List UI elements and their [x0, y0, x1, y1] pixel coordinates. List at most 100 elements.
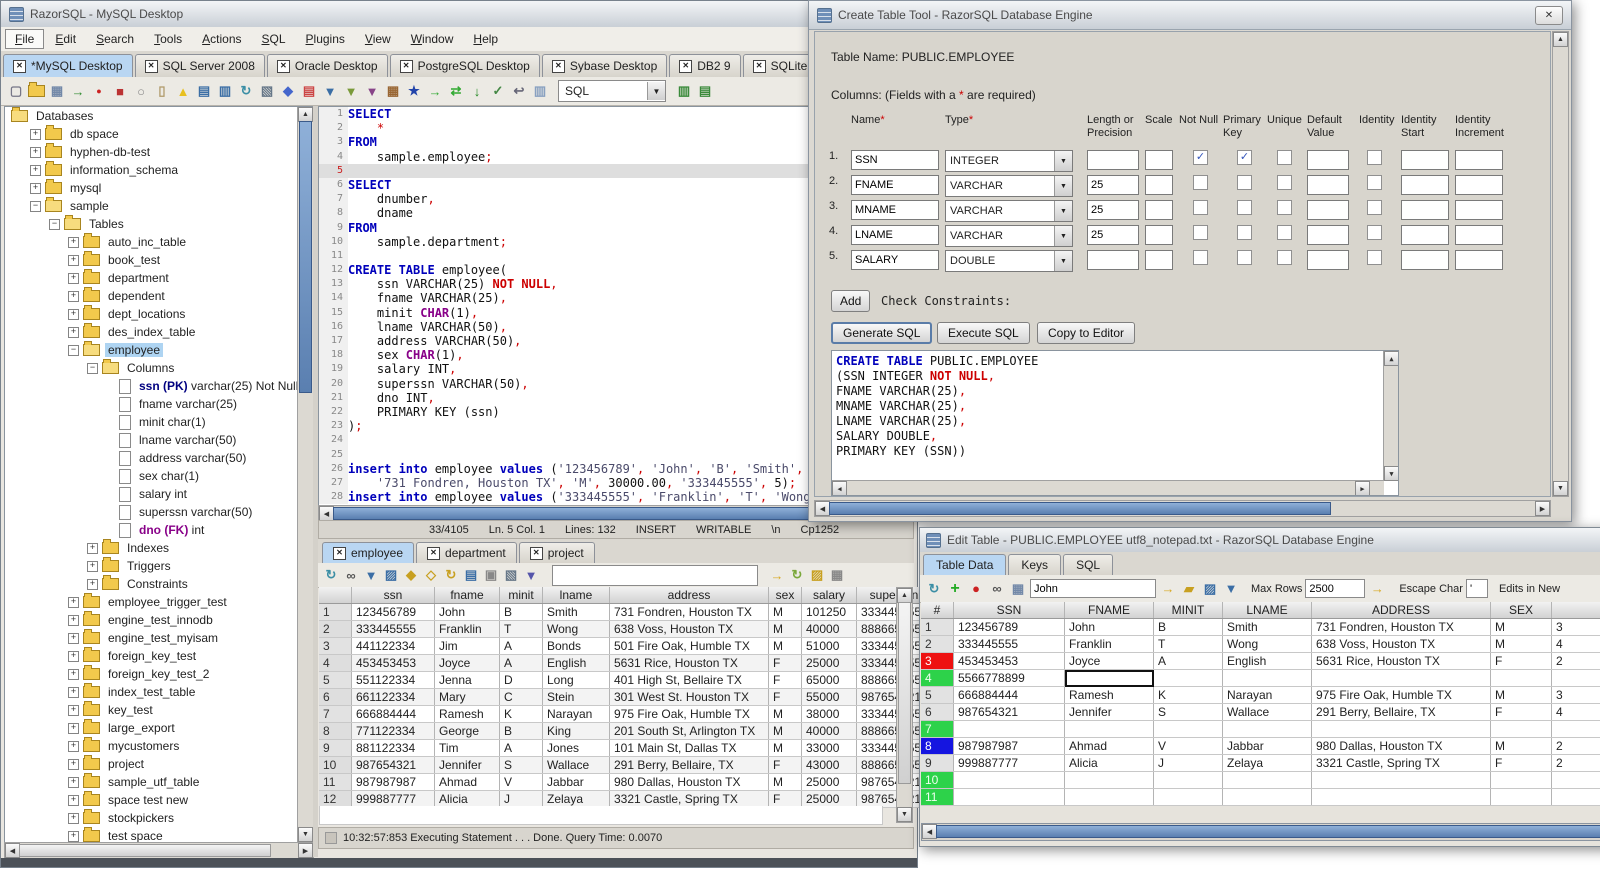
menu-file[interactable]: File	[5, 29, 45, 49]
cell[interactable]: 38000	[801, 705, 857, 723]
cell[interactable]: 101250	[801, 603, 857, 621]
scroll-down-icon[interactable]: ▼	[897, 807, 912, 822]
expand-icon[interactable]: +	[68, 722, 79, 734]
cell[interactable]: Narayan	[1222, 686, 1312, 704]
cell[interactable]: F	[1490, 652, 1552, 670]
cell[interactable]: 123456789	[351, 603, 435, 621]
cell[interactable]: 291 Berry, Bellaire, TX	[1311, 703, 1491, 721]
fetch-icon[interactable]	[468, 82, 486, 100]
import-icon[interactable]	[69, 82, 87, 100]
length-input[interactable]	[1087, 250, 1139, 270]
open-icon[interactable]	[28, 82, 45, 97]
results-refresh-icon[interactable]	[322, 566, 340, 584]
cell[interactable]	[1551, 771, 1600, 789]
identity-increment-input[interactable]	[1455, 200, 1503, 220]
unique-checkbox[interactable]	[1277, 200, 1292, 215]
tree-item[interactable]: + large_export	[5, 719, 313, 737]
cell[interactable]: 975 Fire Oak, Humble TX	[1311, 686, 1491, 704]
results-first-key-icon[interactable]	[402, 566, 420, 584]
identity-checkbox[interactable]	[1367, 150, 1382, 165]
cell[interactable]: George	[434, 722, 500, 740]
row-search-input[interactable]	[1030, 579, 1156, 598]
menu-actions[interactable]: Actions	[193, 30, 250, 48]
cell[interactable]: King	[542, 722, 610, 740]
row-number-header[interactable]: #	[921, 602, 954, 619]
tree-item[interactable]: − Columns	[5, 359, 313, 377]
results-scroll-thumb[interactable]	[898, 602, 911, 784]
menu-search[interactable]: Search	[87, 30, 143, 48]
cell[interactable]: Zelaya	[1222, 754, 1312, 772]
expand-icon[interactable]: +	[87, 542, 98, 554]
convert-icon[interactable]	[363, 82, 381, 100]
tab-table-data[interactable]: Table Data	[923, 554, 1007, 575]
tree-item[interactable]: ssn (PK) varchar(25) Not Null	[5, 377, 313, 395]
results-vertical-scrollbar[interactable]: ▲ ▼	[896, 587, 913, 823]
favorite-icon[interactable]	[405, 82, 423, 100]
table-row[interactable]: 5 551122334 Jenna D Long 401 High St, Bellair…	[319, 671, 963, 689]
column-header-SSN[interactable]: SSN	[953, 602, 1065, 619]
sort-icon[interactable]	[342, 82, 360, 100]
cell[interactable]: Jones	[542, 739, 610, 757]
expand-icon[interactable]: +	[68, 236, 79, 248]
cell[interactable]: Jabbar	[1222, 737, 1312, 755]
cell[interactable]: V	[499, 773, 543, 791]
edit-delete-row-icon[interactable]	[967, 580, 985, 598]
chevron-down-icon[interactable]: ▼	[1054, 176, 1072, 196]
menu-tools[interactable]: Tools	[145, 30, 191, 48]
cell[interactable]: 401 High St, Bellaire TX	[609, 671, 769, 689]
cell[interactable]: F	[1490, 703, 1552, 721]
scale-input[interactable]	[1145, 150, 1173, 170]
results-search-input[interactable]	[552, 564, 758, 586]
save-icon[interactable]	[48, 82, 66, 100]
tree-scroll-thumb[interactable]	[299, 121, 312, 393]
unique-checkbox[interactable]	[1277, 225, 1292, 240]
results-refresh-data-icon[interactable]	[788, 566, 806, 584]
cell[interactable]: Wallace	[1222, 703, 1312, 721]
create-table-titlebar[interactable]: Create Table Tool - RazorSQL Database En…	[809, 1, 1571, 30]
edit-view-icon[interactable]	[988, 580, 1006, 598]
expand-icon[interactable]: +	[68, 254, 79, 266]
tree-item[interactable]: + des_index_table	[5, 323, 313, 341]
expand-icon[interactable]: +	[68, 668, 79, 680]
close-icon[interactable]: ✕	[13, 59, 26, 73]
tree-item[interactable]: + dependent	[5, 287, 313, 305]
cell[interactable]: 5631 Rice, Houston TX	[1311, 652, 1491, 670]
scroll-right-icon[interactable]: ▶	[1355, 481, 1370, 495]
cell[interactable]: 980 Dallas, Houston TX	[609, 773, 769, 791]
row-number[interactable]: 11	[319, 773, 352, 791]
cell[interactable]: Jim	[434, 637, 500, 655]
cell[interactable]: 291 Berry, Bellaire, TX	[609, 756, 769, 774]
default-value-input[interactable]	[1307, 175, 1349, 195]
tree-item[interactable]: + Constraints	[5, 575, 313, 593]
compare-icon[interactable]	[279, 82, 297, 100]
close-icon[interactable]: ✕	[529, 546, 543, 560]
scroll-up-icon[interactable]: ▲	[1553, 32, 1568, 47]
expand-icon[interactable]: +	[68, 650, 79, 662]
sql-vertical-scrollbar[interactable]: ▲ ▼	[1383, 351, 1398, 481]
cell[interactable]: F	[768, 671, 802, 689]
tree-item[interactable]: + information_schema	[5, 161, 313, 179]
expand-icon[interactable]: +	[30, 128, 41, 140]
chevron-down-icon[interactable]: ▼	[647, 82, 665, 100]
cell[interactable]: 25000	[801, 654, 857, 672]
tree-horizontal-scrollbar[interactable]: ◀ ▶	[4, 842, 314, 859]
table-row[interactable]: 8 771122334 George B King 201 South St, Arlin…	[319, 722, 963, 740]
expand-icon[interactable]: +	[68, 740, 79, 752]
find-file-icon[interactable]	[216, 82, 234, 100]
cell[interactable]: 987987987	[351, 773, 435, 791]
cell[interactable]: Alicia	[1064, 754, 1154, 772]
cell[interactable]: 25000	[801, 773, 857, 791]
tree-item[interactable]: + db space	[5, 125, 313, 143]
cell[interactable]: Ramesh	[1064, 686, 1154, 704]
column-header-fname[interactable]: fname	[434, 587, 500, 604]
not-null-checkbox[interactable]	[1193, 250, 1208, 265]
cell[interactable]: M	[768, 620, 802, 638]
cell[interactable]: Wong	[1222, 635, 1312, 653]
window-hscroll-thumb[interactable]	[829, 502, 1331, 515]
close-icon[interactable]: ✕	[679, 59, 693, 73]
not-null-checkbox[interactable]	[1193, 200, 1208, 215]
cell[interactable]: 731 Fondren, Houston TX	[609, 603, 769, 621]
close-icon[interactable]: ✕	[276, 59, 290, 73]
cell[interactable]: 123456789	[953, 618, 1065, 636]
tree-item[interactable]: + hyphen-db-test	[5, 143, 313, 161]
